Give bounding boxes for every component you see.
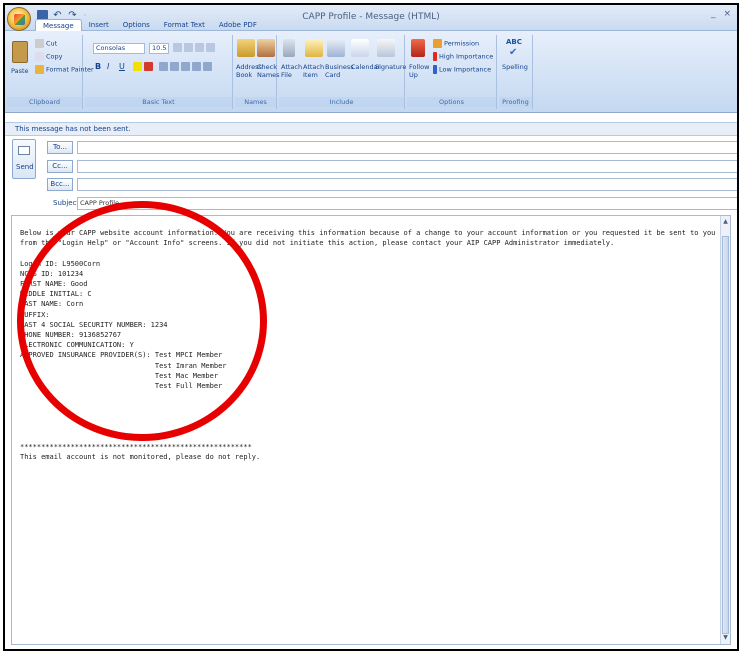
send-button[interactable]: Send [12, 139, 36, 179]
outlook-message-window: ↶ ↷ · CAPP Profile - Message (HTML) _ × … [3, 3, 739, 651]
options-group: Follow Up Permission High Importance Low… [407, 35, 497, 109]
send-icon [18, 146, 30, 155]
tab-message[interactable]: Message [35, 19, 82, 31]
follow-up-button[interactable]: Follow Up [409, 63, 431, 79]
message-body-text: Below is your CAPP website account infor… [20, 229, 716, 462]
permission-label: Permission [444, 39, 480, 48]
cut-label: Cut [46, 39, 58, 48]
tab-insert[interactable]: Insert [82, 19, 116, 31]
names-group: Address Book Check Names Names [235, 35, 280, 109]
cc-button[interactable]: Cc... [47, 160, 73, 173]
font-size-select[interactable]: 10.5 [149, 43, 169, 54]
ribbon: Paste Cut Copy Format Painter Clipboard … [5, 31, 737, 113]
copy-label: Copy [46, 52, 63, 61]
scroll-down-icon[interactable]: ▼ [722, 634, 729, 642]
brush-icon [35, 65, 44, 74]
bold-button[interactable]: B [95, 62, 101, 71]
align-icons[interactable] [159, 62, 214, 71]
high-importance-button[interactable]: High Importance [433, 52, 493, 61]
ribbon-tabs: Message Insert Options Format Text Adobe… [35, 19, 264, 31]
send-label: Send [16, 163, 34, 171]
to-button[interactable]: To... [47, 141, 73, 154]
bcc-button[interactable]: Bcc... [47, 178, 73, 191]
signature-button[interactable]: Signature [375, 63, 406, 71]
bcc-field[interactable] [77, 178, 737, 191]
options-group-label: Options [407, 97, 496, 107]
spelling-button[interactable]: Spelling [502, 63, 528, 71]
address-book-button[interactable]: Address Book [236, 63, 262, 79]
scroll-thumb[interactable] [722, 236, 729, 634]
window-controls: _ × [711, 9, 731, 19]
business-card-icon [327, 39, 345, 57]
check-names-icon [257, 39, 275, 57]
cc-field[interactable] [77, 160, 737, 173]
minimize-button[interactable]: _ [711, 9, 716, 19]
flag-icon [411, 39, 425, 57]
address-book-icon [237, 39, 255, 57]
subject-field[interactable]: CAPP Profile [77, 197, 737, 210]
envelope-icon [305, 39, 323, 57]
proofing-group-label: Proofing [499, 97, 532, 107]
checkmark-icon: ✔ [509, 47, 518, 58]
tab-format-text[interactable]: Format Text [157, 19, 212, 31]
basic-text-group-label: Basic Text [85, 97, 232, 107]
paste-button[interactable]: Paste [11, 67, 29, 75]
check-names-button[interactable]: Check Names [257, 63, 280, 79]
include-group-label: Include [279, 97, 404, 107]
basic-text-group: Consolas 10.5 B I U Basic Text [85, 35, 233, 109]
font-name-select[interactable]: Consolas [93, 43, 145, 54]
message-body[interactable]: Below is your CAPP website account infor… [11, 215, 731, 645]
low-importance-button[interactable]: Low Importance [433, 65, 491, 74]
scroll-up-icon[interactable]: ▲ [722, 218, 729, 226]
proofing-group: ABC ✔ Spelling Proofing [499, 35, 533, 109]
tab-options[interactable]: Options [116, 19, 157, 31]
business-card-button[interactable]: Business Card [325, 63, 354, 79]
vertical-scrollbar[interactable]: ▲ ▼ [720, 216, 730, 644]
scissors-icon [35, 39, 44, 48]
tab-adobe-pdf[interactable]: Adobe PDF [212, 19, 264, 31]
grow-font-icon[interactable] [173, 43, 217, 52]
to-field[interactable] [77, 141, 737, 154]
signature-icon [377, 39, 395, 57]
underline-button[interactable]: U [119, 62, 125, 71]
paste-icon[interactable] [12, 41, 28, 63]
exclamation-icon [433, 52, 437, 61]
highlight-color-icon[interactable] [133, 62, 155, 71]
copy-button[interactable]: Copy [35, 52, 63, 61]
calendar-icon [351, 39, 369, 57]
attach-item-button[interactable]: Attach Item [303, 63, 325, 79]
paperclip-icon [283, 39, 295, 57]
high-importance-label: High Importance [439, 52, 494, 61]
info-bar: This message has not been sent. [5, 122, 737, 136]
copy-icon [35, 52, 44, 61]
names-group-label: Names [235, 97, 276, 107]
permission-button[interactable]: Permission [433, 39, 479, 48]
cut-button[interactable]: Cut [35, 39, 57, 48]
italic-button[interactable]: I [107, 62, 109, 71]
low-importance-label: Low Importance [439, 65, 492, 74]
abc-icon: ABC [506, 38, 522, 46]
clipboard-group-label: Clipboard [7, 97, 82, 107]
clipboard-group: Paste Cut Copy Format Painter Clipboard [7, 35, 94, 109]
attach-file-button[interactable]: Attach File [281, 63, 303, 79]
include-group: Attach File Attach Item Business Card Ca… [279, 35, 406, 109]
close-button[interactable]: × [723, 9, 731, 19]
down-arrow-icon [433, 65, 437, 74]
permission-icon [433, 39, 442, 48]
